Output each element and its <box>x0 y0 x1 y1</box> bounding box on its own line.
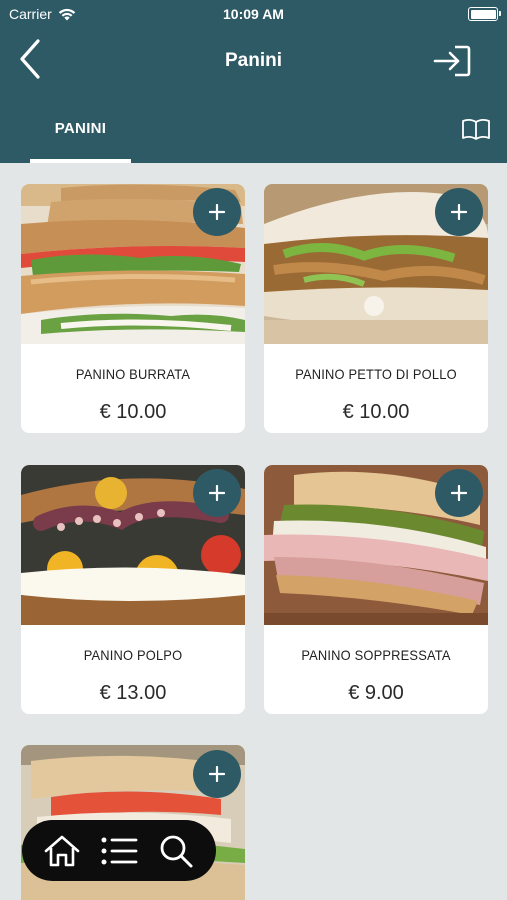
bottom-navigation <box>22 820 216 881</box>
product-name: PANINO SOPPRESSATA <box>301 647 451 663</box>
menu-book-button[interactable] <box>461 118 491 140</box>
login-button[interactable] <box>433 44 473 78</box>
book-icon <box>462 119 490 140</box>
add-to-cart-button[interactable] <box>193 188 241 236</box>
plus-icon <box>451 485 467 501</box>
battery-icon <box>468 7 501 21</box>
product-name: PANINO POLPO <box>83 647 183 663</box>
product-grid: PANINO BURRATA € 10.00 PANINO PETTO DI P… <box>0 163 507 900</box>
plus-icon <box>451 204 467 220</box>
add-to-cart-button[interactable] <box>193 469 241 517</box>
tab-panini[interactable]: PANINI <box>30 110 131 163</box>
add-to-cart-button[interactable] <box>193 750 241 798</box>
product-price: € 10.00 <box>99 401 167 423</box>
tab-label: PANINI <box>54 120 107 137</box>
home-button[interactable] <box>42 831 82 871</box>
add-to-cart-button[interactable] <box>435 188 483 236</box>
plus-icon <box>209 204 225 220</box>
plus-icon <box>209 485 225 501</box>
home-icon <box>45 835 80 866</box>
list-icon <box>101 837 138 864</box>
product-price: € 13.00 <box>99 682 167 704</box>
page-title: Panini <box>224 50 282 71</box>
category-tabs: PANINI <box>0 110 507 163</box>
app-header: Carrier 10:09 AM Panini PANINI <box>0 0 507 163</box>
product-price: € 9.00 <box>348 682 404 704</box>
menu-list-button[interactable] <box>99 831 139 871</box>
status-bar: Carrier 10:09 AM <box>0 5 507 25</box>
sign-in-icon <box>433 45 471 77</box>
product-name: PANINO BURRATA <box>75 366 191 382</box>
plus-icon <box>209 766 225 782</box>
search-button[interactable] <box>156 831 196 871</box>
add-to-cart-button[interactable] <box>435 469 483 517</box>
product-price: € 10.00 <box>342 401 410 423</box>
search-icon <box>160 835 193 867</box>
status-time: 10:09 AM <box>223 6 284 22</box>
navigation-bar: Panini <box>0 36 507 86</box>
product-name: PANINO PETTO DI POLLO <box>295 366 457 382</box>
